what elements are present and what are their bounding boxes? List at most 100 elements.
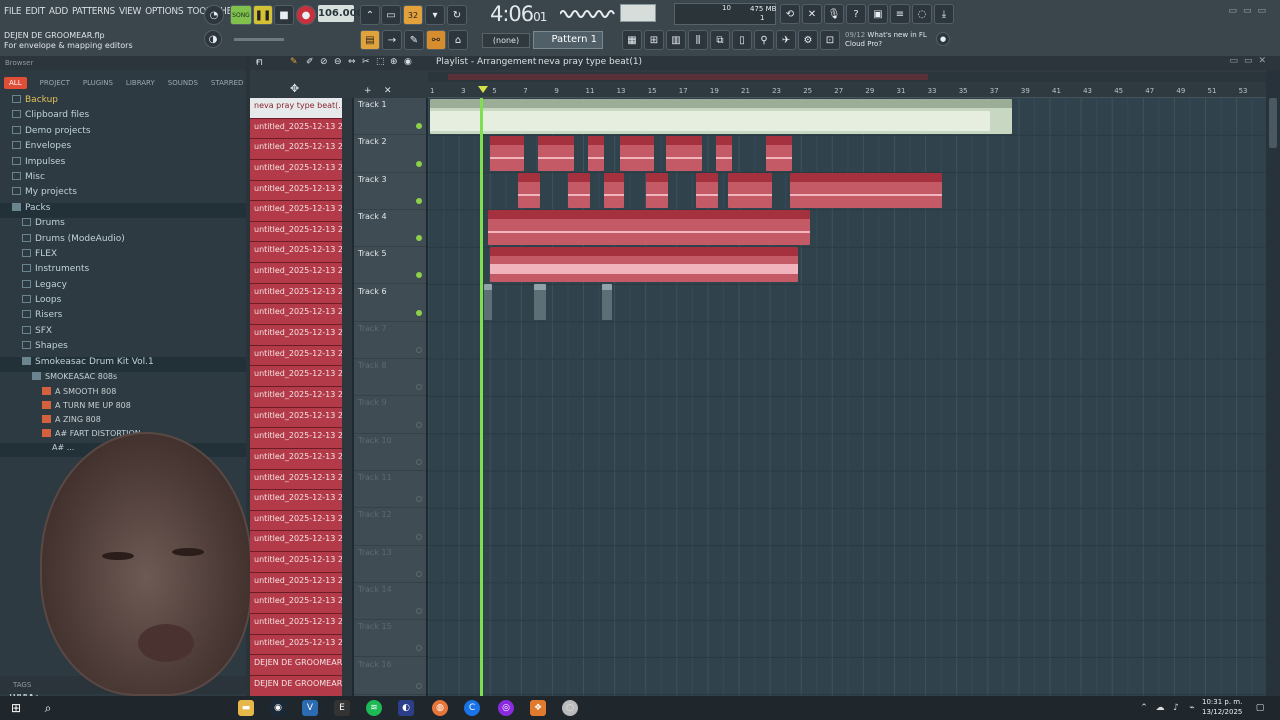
clip-track2[interactable]: unti..rec (666, 136, 702, 171)
loop-record-icon[interactable]: ↻ (447, 5, 467, 25)
sample-item[interactable]: A ZING 808 (0, 415, 246, 429)
track-mute-led-icon[interactable] (416, 608, 422, 615)
pack-sfx[interactable]: SFX (0, 325, 246, 341)
delete-icon[interactable]: ⊘ (320, 57, 328, 67)
track-header[interactable]: Track 10 (354, 434, 426, 471)
scroll-thumb[interactable] (1269, 98, 1277, 148)
news-globe-icon[interactable]: ● (936, 32, 950, 46)
brush-icon[interactable]: ✐ (306, 57, 314, 67)
track-header[interactable]: Track 9 (354, 396, 426, 434)
playlist-window-icon[interactable]: ▤ (360, 30, 380, 50)
reset-icon[interactable]: ⟲ (780, 4, 800, 24)
microphone-icon[interactable]: 🎙 (824, 4, 844, 24)
browser-app-icon[interactable]: C (464, 700, 480, 716)
folder-demo-projects[interactable]: Demo projects (0, 125, 246, 141)
epic-games-icon[interactable]: E (334, 700, 350, 716)
track-header[interactable]: Track 1 (354, 98, 426, 136)
track-mute-led-icon[interactable] (416, 645, 422, 652)
folder-my-projects[interactable]: My projects (0, 187, 246, 202)
mute-icon[interactable]: ⊖ (334, 57, 342, 67)
track-mute-led-icon[interactable] (416, 272, 422, 279)
plugin-icon[interactable]: ⚲ (754, 30, 774, 50)
chevron-up-icon[interactable]: ⌃ (1136, 700, 1152, 716)
menu-add[interactable]: ADD (49, 6, 68, 17)
track-header[interactable]: Track 15 (354, 620, 426, 658)
piano-roll-icon[interactable]: ▥ (666, 30, 686, 50)
track-header[interactable]: Track 14 (354, 583, 426, 621)
track-header[interactable]: Track 6 (354, 285, 426, 322)
slip-icon[interactable]: ⇔ (348, 57, 356, 67)
channel-item[interactable]: untitled_2025-12-13 21-... (250, 614, 342, 635)
channel-item[interactable]: untitled_2025-12-13 21-... (250, 634, 342, 656)
track-header[interactable]: Track 11 (354, 471, 426, 509)
channel-item[interactable]: untitled_2025-12-13 21-... (250, 510, 342, 532)
vscode-icon[interactable]: V (302, 700, 318, 716)
channel-item[interactable]: untitled_2025-12-13 21-... (250, 325, 342, 346)
song-mode-button[interactable]: SONG (230, 5, 252, 25)
steam-icon[interactable]: ◉ (270, 700, 286, 716)
track-mute-led-icon[interactable] (416, 570, 422, 577)
horizontal-scroll[interactable] (428, 72, 1266, 82)
channel-item[interactable]: untitled_2025-12-13 21-... (250, 572, 342, 594)
track-mute-led-icon[interactable] (416, 123, 422, 130)
pattern-length-button[interactable]: 32 (403, 5, 423, 25)
playlist-vertical-scrollbar[interactable] (1266, 70, 1280, 696)
track-header[interactable]: Track 4 (354, 210, 426, 248)
track-mute-led-icon[interactable] (416, 421, 422, 428)
track-mute-led-icon[interactable] (416, 682, 422, 689)
track-mute-led-icon[interactable] (416, 458, 422, 465)
clip-track3[interactable]: untit..._rec (728, 173, 772, 208)
menu-view[interactable]: VIEW (119, 6, 141, 17)
window-controls[interactable]: ▭▭▭ (1228, 6, 1272, 16)
tab-all[interactable]: ALL (4, 76, 27, 89)
channel-item[interactable]: untitled_2025-12-13 21-... (250, 118, 342, 140)
snap-selector[interactable]: (none) (482, 33, 530, 48)
draw-tool-icon[interactable]: ✎ (404, 30, 424, 50)
clip-track3[interactable] (604, 173, 624, 208)
cart-icon[interactable]: ⊡ (820, 30, 840, 50)
folder-backup[interactable]: Backup (0, 95, 246, 110)
search-icon[interactable]: ⌕ (40, 700, 56, 716)
tab-starred[interactable]: STARRED (211, 79, 244, 87)
app2-icon[interactable]: ◌ (562, 700, 578, 716)
blender-icon[interactable]: ◍ (432, 700, 448, 716)
track-mute-led-icon[interactable] (416, 309, 422, 316)
pack-drums-modeaudio[interactable]: Drums (ModeAudio) (0, 233, 246, 249)
picker-icon[interactable]: ▦ (622, 30, 642, 50)
windows-start-icon[interactable]: ⊞ (8, 700, 24, 716)
clip-track2[interactable]: un..c (766, 136, 792, 171)
clip-track4[interactable]: DEJEN DE GROOMEAR_2025-12-13 22-13-06_re… (488, 210, 810, 245)
chat-icon[interactable]: ◌ (912, 4, 932, 24)
clip-track3[interactable]: untitled_2025-12-13 21-46-40_rec (790, 173, 942, 208)
arrow-right-icon[interactable]: → (382, 30, 402, 50)
playhead-marker-icon[interactable] (478, 86, 488, 93)
picker-scrollbar[interactable] (342, 98, 352, 696)
clip-track6[interactable] (534, 284, 546, 320)
midi-icon[interactable]: ✕ (802, 4, 822, 24)
pack-loops[interactable]: Loops (0, 295, 246, 310)
track-mute-led-icon[interactable] (416, 533, 422, 540)
add-track-icon[interactable]: + (364, 86, 372, 96)
track-mute-led-icon[interactable] (416, 235, 422, 242)
master-pitch-slider[interactable] (234, 38, 284, 41)
remove-icon[interactable]: ✕ (384, 86, 392, 96)
master-pitch-knob-icon[interactable]: ◔ (204, 5, 224, 25)
folder-envelopes[interactable]: Envelopes (0, 141, 246, 156)
help-icon[interactable]: ? (846, 4, 866, 24)
clip-track6[interactable] (484, 284, 492, 320)
tab-sounds[interactable]: SOUNDS (168, 79, 198, 87)
folder-packs[interactable]: Packs (0, 202, 246, 219)
mixer-window-icon[interactable]: ⫼ (688, 30, 708, 50)
pack-instruments[interactable]: Instruments (0, 264, 246, 279)
stop-button[interactable]: ■ (274, 5, 294, 25)
clip-track2[interactable]: unti..rec (538, 136, 574, 171)
browser-icon[interactable]: ▯ (732, 30, 752, 50)
track-header[interactable]: Track 5 (354, 247, 426, 285)
channel-item[interactable]: untitled_2025-12-13 21-... (250, 386, 342, 408)
track-header[interactable]: Track 16 (354, 658, 426, 695)
track-header[interactable]: Track 7 (354, 322, 426, 360)
tab-library[interactable]: LIBRARY (126, 79, 155, 87)
metronome-icon[interactable]: ⌃ (360, 5, 380, 25)
song-position-display[interactable]: 4:0601 (490, 2, 547, 26)
record-button[interactable]: ● (296, 5, 316, 25)
